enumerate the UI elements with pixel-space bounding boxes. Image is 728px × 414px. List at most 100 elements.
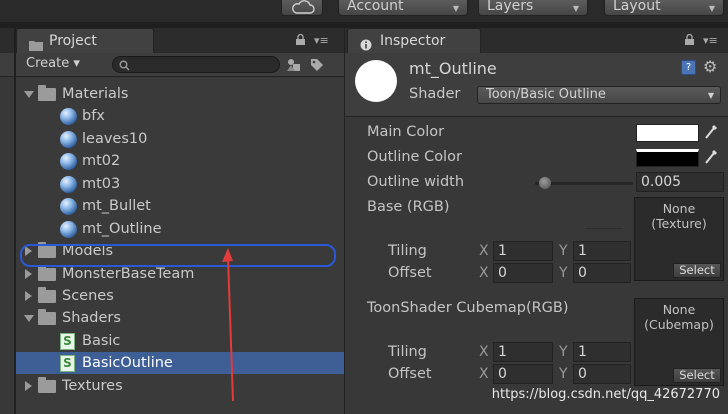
main-toolbar: Account ▼ Layers ▼ Layout ▼	[0, 0, 728, 22]
tree-label: mt03	[82, 176, 121, 192]
inspector-panel: Inspector ▾≡ mt_Outline Shader Toon/Basi…	[344, 28, 728, 414]
outline-width-label: Outline width	[367, 174, 465, 190]
tree-label: leaves10	[82, 131, 148, 147]
lock-icon[interactable]	[685, 33, 694, 48]
lock-icon[interactable]	[296, 33, 305, 48]
tree-item-material[interactable]: mt_Bullet	[16, 195, 344, 217]
create-button[interactable]: Create ▾	[26, 56, 80, 71]
select-button[interactable]: Select	[673, 368, 721, 383]
tree-label: Scenes	[62, 288, 114, 304]
chevron-down-icon: ▼	[572, 4, 579, 13]
hierarchy-panel-edge	[0, 28, 14, 414]
filter-by-label-icon[interactable]	[310, 58, 324, 76]
material-icon	[60, 153, 77, 170]
cubemap-texture-slot[interactable]: None (Cubemap) Select	[634, 298, 724, 386]
layout-label: Layout	[613, 0, 661, 14]
main-color-field[interactable]	[636, 124, 699, 142]
material-preview	[355, 60, 397, 102]
search-icon	[119, 59, 130, 75]
folder-icon	[38, 85, 56, 101]
project-tree: Materials bfx leaves10 mt02 mt03 mt_Bull…	[16, 78, 344, 414]
cube-offset-y-field[interactable]: 0	[573, 364, 631, 384]
base-tiling-x-field[interactable]: 1	[493, 241, 553, 261]
tree-label: Basic	[82, 333, 121, 349]
tree-label: Shaders	[62, 310, 121, 326]
cloud-icon	[292, 0, 315, 14]
chevron-down-icon: ▼	[708, 4, 715, 13]
base-offset-y-field[interactable]: 0	[573, 263, 631, 283]
gear-icon[interactable]: ⚙	[703, 57, 717, 76]
tree-label: mt_Outline	[82, 221, 162, 237]
tree-item-shader-selected[interactable]: S BasicOutline	[16, 352, 344, 374]
x-label: X	[479, 344, 489, 360]
tree-item-shader[interactable]: S Basic	[16, 330, 344, 352]
project-tabbar: Project ▾≡	[16, 28, 344, 53]
cube-tiling-x-field[interactable]: 1	[493, 342, 553, 362]
fold-closed-icon[interactable]	[25, 269, 32, 279]
folder-icon	[38, 309, 56, 325]
search-input[interactable]	[112, 56, 280, 73]
tab-inspector[interactable]: Inspector	[347, 28, 481, 53]
tab-inspector-label: Inspector	[380, 33, 446, 49]
tree-folder-textures[interactable]: Textures	[16, 375, 344, 397]
fold-open-icon[interactable]	[24, 315, 34, 322]
cloud-button[interactable]	[281, 0, 323, 16]
outline-width-field[interactable]: 0.005	[636, 172, 724, 192]
offset-label: Offset	[388, 366, 432, 382]
material-name: mt_Outline	[409, 59, 497, 78]
layout-dropdown[interactable]: Layout ▼	[604, 0, 724, 16]
base-offset-x-field[interactable]: 0	[493, 263, 553, 283]
account-dropdown[interactable]: Account ▼	[338, 0, 468, 16]
tree-folder-materials[interactable]: Materials	[16, 83, 344, 105]
separator	[585, 228, 623, 229]
tree-label: mt02	[82, 153, 121, 169]
material-icon	[60, 221, 77, 238]
y-label: Y	[559, 366, 568, 382]
folder-icon	[38, 287, 56, 303]
tree-label: bfx	[82, 108, 105, 124]
x-label: X	[479, 265, 489, 281]
eyedropper-icon[interactable]	[704, 149, 718, 169]
tree-item-material[interactable]: mt03	[16, 173, 344, 195]
chevron-down-icon: ▼	[452, 4, 459, 13]
filter-by-type-icon[interactable]	[286, 58, 302, 76]
tiling-label: Tiling	[388, 344, 427, 360]
tiling-label: Tiling	[388, 243, 427, 259]
tree-item-material[interactable]: mt02	[16, 150, 344, 172]
outline-color-field[interactable]	[636, 149, 699, 167]
shader-icon: S	[60, 355, 75, 372]
y-label: Y	[559, 344, 568, 360]
shader-value: Toon/Basic Outline	[486, 87, 606, 102]
base-texture-name: None (Texture)	[651, 201, 707, 231]
eyedropper-icon[interactable]	[704, 124, 718, 144]
layers-dropdown[interactable]: Layers ▼	[478, 0, 588, 16]
tree-item-material[interactable]: leaves10	[16, 128, 344, 150]
cube-tiling-y-field[interactable]: 1	[573, 342, 631, 362]
base-texture-slot[interactable]: None (Texture) Select	[634, 197, 724, 281]
panel-menu-icon[interactable]: ▾≡	[314, 34, 329, 47]
tab-project[interactable]: Project	[16, 28, 154, 53]
tree-folder-scenes[interactable]: Scenes	[16, 285, 344, 307]
shader-icon: S	[60, 333, 75, 350]
tree-folder-shaders[interactable]: Shaders	[16, 307, 344, 329]
fold-open-icon[interactable]	[24, 91, 34, 98]
tree-item-material-highlighted[interactable]: mt_Outline	[16, 218, 344, 240]
material-header: mt_Outline Shader Toon/Basic Outline ▼ ?…	[345, 53, 728, 117]
cube-offset-x-field[interactable]: 0	[493, 364, 553, 384]
x-label: X	[479, 366, 489, 382]
tree-label: Materials	[62, 86, 129, 102]
panel-menu-icon[interactable]: ▾≡	[703, 34, 718, 47]
select-button[interactable]: Select	[673, 263, 721, 278]
outline-width-slider-thumb[interactable]	[539, 177, 551, 189]
project-toolbar: Create ▾	[16, 53, 344, 77]
base-tiling-y-field[interactable]: 1	[573, 241, 631, 261]
highlight-ring-annotation	[20, 244, 336, 267]
x-label: X	[479, 243, 489, 259]
tree-item-material[interactable]: bfx	[16, 105, 344, 127]
fold-closed-icon[interactable]	[25, 291, 32, 301]
help-icon[interactable]: ?	[681, 60, 696, 75]
shader-label: Shader	[409, 86, 461, 102]
folder-icon	[38, 377, 56, 393]
fold-closed-icon[interactable]	[25, 381, 32, 391]
shader-dropdown[interactable]: Toon/Basic Outline ▼	[477, 86, 721, 104]
